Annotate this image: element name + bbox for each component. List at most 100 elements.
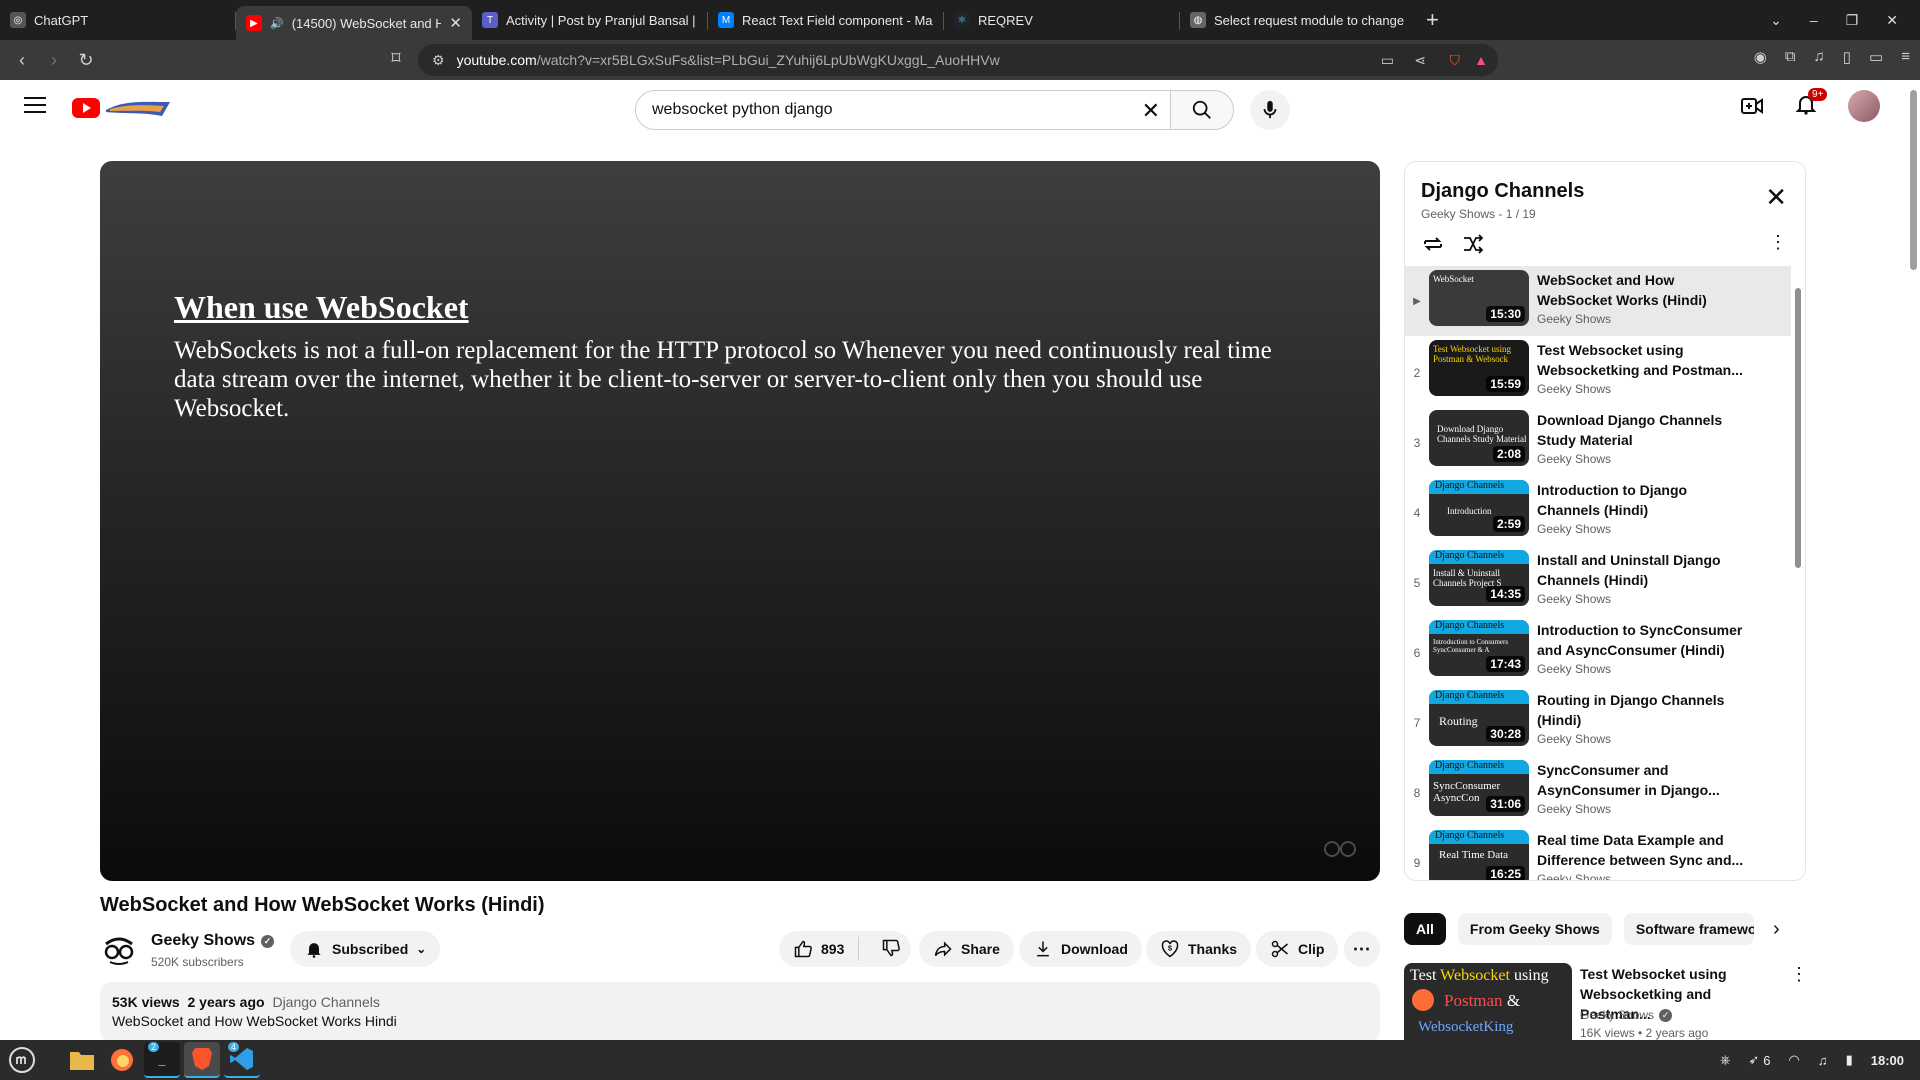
close-playlist-icon[interactable]: ✕: [1765, 184, 1787, 210]
page-scrollbar[interactable]: [1906, 80, 1920, 1040]
terminal-app-icon[interactable]: _ 2: [144, 1042, 180, 1078]
rocket-icon: ➶: [1748, 1052, 1760, 1067]
super-thanks-icon: $: [1161, 940, 1179, 958]
tab-teams-activity[interactable]: T Activity | Post by Pranjul Bansal |: [472, 4, 708, 36]
start-menu-icon[interactable]: [4, 1042, 40, 1078]
new-tab-icon[interactable]: +: [1426, 7, 1439, 33]
bell-icon: [307, 943, 321, 958]
vpn-icon[interactable]: ◉: [1754, 48, 1767, 66]
chip-all[interactable]: All: [1404, 913, 1446, 945]
back-icon[interactable]: ‹: [6, 50, 38, 71]
wifi-icon[interactable]: ◠: [1789, 1052, 1800, 1068]
clock[interactable]: 18:00: [1871, 1053, 1904, 1068]
chip-from-geeky-shows[interactable]: From Geeky Shows: [1457, 913, 1612, 945]
minimize-icon[interactable]: –: [1810, 12, 1818, 28]
firefox-app-icon[interactable]: [104, 1042, 140, 1078]
chips-next-chevron-icon[interactable]: ›: [1773, 918, 1780, 941]
shuffle-icon[interactable]: [1461, 232, 1485, 256]
playlist-title[interactable]: Django Channels: [1421, 180, 1584, 203]
search-input[interactable]: websocket python django ✕: [635, 90, 1171, 130]
duration-badge: 16:25: [1486, 866, 1525, 880]
bookmark-icon[interactable]: ⌑: [380, 48, 412, 69]
chip-software-framework[interactable]: Software framework: [1623, 913, 1754, 945]
brave-app-icon[interactable]: [184, 1042, 220, 1078]
youtube-doodle-logo[interactable]: [104, 98, 172, 118]
files-app-icon[interactable]: [64, 1042, 100, 1078]
create-video-icon[interactable]: [1740, 94, 1764, 118]
window-close-icon[interactable]: ✕: [1886, 12, 1898, 29]
search-button[interactable]: [1170, 90, 1234, 130]
accessibility-icon[interactable]: ⎈: [1720, 1052, 1730, 1068]
video-player[interactable]: When use WebSocket WebSockets is not a f…: [100, 161, 1380, 881]
video-thumbnail: Django Channels SyncConsumer AsyncCon 31…: [1429, 760, 1529, 816]
related-filter-chips: All From Geeky Shows Software framework: [1404, 913, 1754, 945]
page-scroll-thumb[interactable]: [1910, 90, 1917, 270]
playlist-item[interactable]: 3 Download Django Channels Study Materia…: [1405, 406, 1791, 476]
playlist-item[interactable]: 2 Test Websocket using Postman & Websock…: [1405, 336, 1791, 406]
sidebar-icon[interactable]: ▯: [1843, 48, 1851, 66]
tab-mui-textfield[interactable]: M React Text Field component - Ma: [708, 4, 944, 36]
more-actions-button[interactable]: ⋯: [1344, 931, 1380, 967]
vscode-app-icon[interactable]: 4: [224, 1042, 260, 1078]
download-button[interactable]: Download: [1019, 931, 1142, 967]
loop-icon[interactable]: [1421, 232, 1445, 256]
notifications-button[interactable]: 9+: [1794, 87, 1828, 121]
media-icon[interactable]: ♫: [1814, 48, 1825, 66]
dislike-button[interactable]: [867, 938, 915, 961]
brave-rewards-icon[interactable]: ▲: [1474, 52, 1488, 68]
youtube-masthead: websocket python django ✕ 9+: [0, 80, 1920, 136]
reload-icon[interactable]: ↻: [70, 50, 102, 71]
channel-name-link[interactable]: Geeky Shows ✓: [151, 932, 275, 950]
extensions-icon[interactable]: ⧉: [1785, 48, 1796, 66]
clip-button[interactable]: Clip: [1256, 931, 1339, 967]
window-controls: ⌄ – ❐ ✕: [1770, 0, 1920, 40]
guide-menu-icon[interactable]: [24, 97, 46, 113]
tab-chatgpt[interactable]: ◎ ChatGPT: [0, 4, 236, 36]
recommended-channel[interactable]: Geeky Shows ✓: [1580, 1008, 1673, 1022]
thanks-button[interactable]: $ Thanks: [1146, 931, 1252, 967]
hashtag-link[interactable]: Django Channels: [272, 994, 379, 1010]
tab-close-icon[interactable]: ✕: [449, 14, 462, 32]
playlist-item[interactable]: 4 Django Channels Introduction 2:59 Intr…: [1405, 476, 1791, 546]
playlist-index: 7: [1413, 716, 1421, 730]
share-icon[interactable]: ⋖: [1414, 52, 1426, 69]
playlist-item[interactable]: 9 Django Channels Real Time Data 16:25 R…: [1405, 826, 1791, 880]
media-tray-icon[interactable]: ♫: [1818, 1053, 1828, 1068]
youtube-logo-icon[interactable]: [72, 98, 100, 118]
playlist-item[interactable]: 8 Django Channels SyncConsumer AsyncCon …: [1405, 756, 1791, 826]
tab-youtube[interactable]: ▶ 🔊 (14500) WebSocket and H ✕: [236, 6, 472, 40]
channel-avatar[interactable]: [100, 930, 138, 968]
playlist-scrollbar[interactable]: [1795, 278, 1801, 848]
wallet-icon[interactable]: ▭: [1869, 48, 1883, 66]
playlist-item[interactable]: 7 Django Channels Routing 30:28 Routing …: [1405, 686, 1791, 756]
forward-icon[interactable]: ›: [38, 50, 70, 71]
playlist-more-icon[interactable]: ⋮: [1769, 232, 1787, 253]
restore-icon[interactable]: ❐: [1846, 12, 1859, 29]
clear-search-icon[interactable]: ✕: [1142, 98, 1160, 124]
brave-shield-icon[interactable]: ⛉: [1450, 52, 1461, 69]
playlist-item[interactable]: 6 Django Channels Introduction to Consum…: [1405, 616, 1791, 686]
cast-icon[interactable]: ▭: [1381, 52, 1394, 69]
channel-watermark-icon[interactable]: [1322, 839, 1358, 859]
description-box[interactable]: 53K views 2 years ago Django Channels We…: [100, 982, 1380, 1042]
browser-menu-icon[interactable]: ≡: [1901, 48, 1910, 66]
audio-playing-icon[interactable]: 🔊: [270, 17, 284, 30]
notifications-tray[interactable]: ➶ 6: [1748, 1052, 1770, 1068]
subscribed-button[interactable]: Subscribed ⌄: [290, 931, 441, 967]
site-settings-icon[interactable]: ⚙: [432, 52, 445, 69]
rec-thumb-line2: Postman &: [1444, 991, 1520, 1011]
tab-reqrev[interactable]: ⚛ REQREV: [944, 4, 1180, 36]
voice-search-button[interactable]: [1250, 90, 1290, 130]
tab-django-admin[interactable]: ◍ Select request module to change: [1180, 4, 1416, 36]
playlist-item[interactable]: 5 Django Channels Install & Uninstall Ch…: [1405, 546, 1791, 616]
recommended-channel-name: Geeky Shows: [1580, 1008, 1655, 1022]
tab-list-chevron-icon[interactable]: ⌄: [1770, 12, 1782, 29]
account-avatar[interactable]: [1848, 90, 1880, 122]
playlist-item[interactable]: ▶ WebSocket 15:30 WebSocket and How WebS…: [1405, 266, 1791, 336]
recommended-more-icon[interactable]: ⋮: [1790, 964, 1808, 985]
share-button[interactable]: Share: [919, 931, 1014, 967]
battery-icon[interactable]: ▮: [1846, 1052, 1853, 1068]
like-button[interactable]: 893: [779, 937, 860, 961]
address-bar[interactable]: ⚙ youtube.com/watch?v=xr5BLGxSuFs&list=P…: [418, 44, 1498, 76]
playlist-scroll-thumb[interactable]: [1795, 288, 1801, 568]
